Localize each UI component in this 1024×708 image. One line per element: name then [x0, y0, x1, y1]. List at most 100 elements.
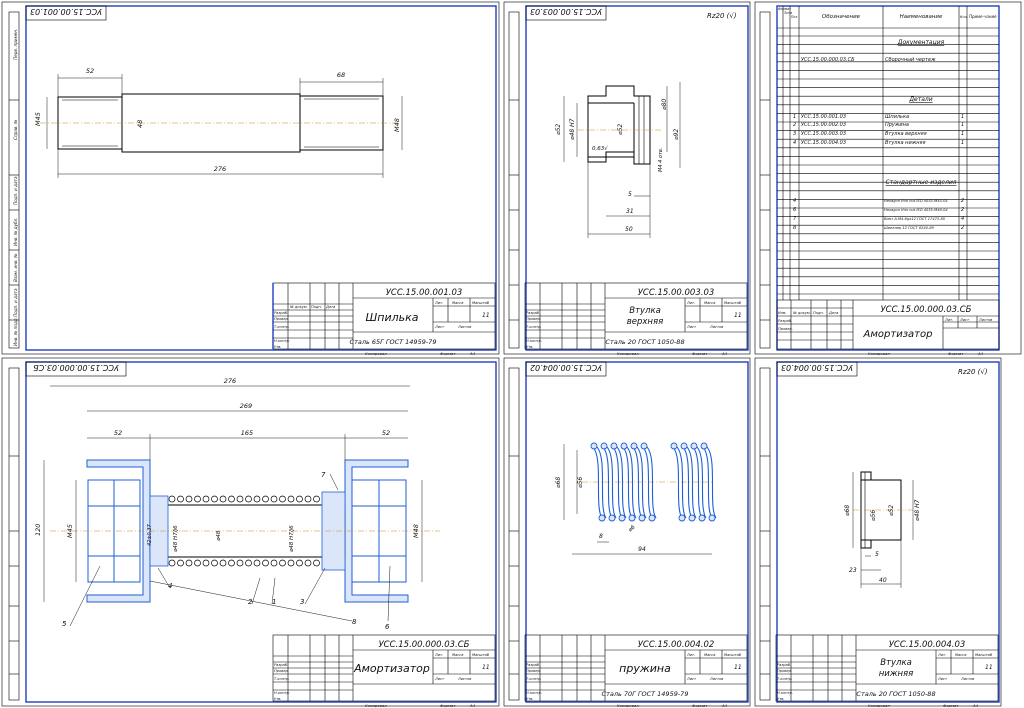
- svg-text:⌀68: ⌀68: [555, 477, 562, 488]
- spring-wire-section: [698, 514, 706, 522]
- strip-label: Подп. и дата: [13, 288, 18, 317]
- spring-wire-section: [270, 559, 278, 567]
- svg-text:Провер.: Провер.: [777, 669, 792, 673]
- lower-bush-name-2: нижняя: [879, 669, 914, 679]
- svg-text:Масштаб: Масштаб: [975, 653, 993, 657]
- svg-text:Масса: Масса: [704, 653, 715, 657]
- spring-wire-section: [590, 442, 598, 450]
- svg-text:⌀80: ⌀80: [661, 99, 668, 110]
- svg-text:Шпилька: Шпилька: [885, 114, 909, 120]
- svg-text:Лист: Лист: [959, 318, 970, 322]
- spec-table: Формат Зона Поз. Обозначение Наименовани…: [777, 6, 999, 300]
- upper-bush-name-2: верхняя: [627, 317, 663, 327]
- stud-name: Шпилька: [365, 311, 418, 324]
- svg-text:2: 2: [961, 225, 964, 231]
- roughness-mark: Rz20 (√): [707, 12, 737, 20]
- spring-wire-section: [194, 495, 201, 503]
- spring-wire-section: [630, 442, 638, 450]
- spec-code: УСС.15.00.000.03.СБ: [881, 305, 972, 315]
- svg-text:М45: М45: [66, 524, 74, 538]
- svg-text:Разраб.: Разраб.: [274, 663, 288, 667]
- svg-text:⌀48 H7/j6: ⌀48 H7/j6: [289, 525, 295, 552]
- svg-text:269: 269: [240, 402, 252, 410]
- svg-text:1: 1: [961, 122, 964, 128]
- svg-text:Т.контр.: Т.контр.: [526, 677, 542, 681]
- part-row: 3 УСС.15.00.003.03 Втулка верхняя 1: [793, 131, 964, 137]
- spring-material: Сталь 70Г ГОСТ 14959-79: [602, 690, 689, 698]
- svg-text:4: 4: [793, 140, 796, 146]
- svg-text:2: 2: [961, 207, 964, 213]
- svg-text:Масштаб: Масштаб: [724, 653, 742, 657]
- svg-text:Лист: Лист: [686, 677, 697, 681]
- svg-text:1: 1: [961, 131, 964, 137]
- section-parts: Детали: [908, 96, 932, 103]
- svg-text:⌀52: ⌀52: [555, 124, 562, 135]
- spring-part: [582, 442, 717, 522]
- spring-wire-section: [640, 442, 648, 450]
- svg-text:23: 23: [849, 567, 857, 574]
- svg-text:5: 5: [875, 551, 879, 558]
- spring-wire-section: [202, 495, 210, 503]
- roughness-mark: Rz20 (√): [958, 368, 988, 376]
- svg-text:Н.контр.: Н.контр.: [274, 691, 290, 695]
- stud-code-top: УСС.15.00.001.03: [30, 7, 102, 16]
- lower-bush-code: УСС.15.00.004.03: [889, 640, 966, 650]
- svg-text:42±0,37: 42±0,37: [147, 523, 153, 546]
- svg-text:6: 6: [385, 623, 390, 631]
- svg-text:Утв.: Утв.: [274, 345, 282, 349]
- assembly-parts: [50, 459, 440, 603]
- svg-text:1: 1: [272, 598, 276, 606]
- svg-text:Листов: Листов: [457, 677, 471, 681]
- spring-wire-section: [287, 495, 295, 503]
- svg-text:⌀48 H7: ⌀48 H7: [569, 118, 576, 140]
- spring-wire-section: [236, 495, 244, 503]
- svg-text:4: 4: [961, 216, 964, 222]
- svg-text:Лит.: Лит.: [686, 653, 695, 657]
- svg-text:Лист: Лист: [434, 677, 445, 681]
- spring-wire-section: [253, 559, 261, 567]
- svg-text:Провер.: Провер.: [526, 669, 541, 673]
- svg-text:11: 11: [734, 312, 742, 319]
- svg-text:Разраб.: Разраб.: [778, 319, 792, 323]
- svg-text:Провер.: Провер.: [778, 327, 793, 331]
- svg-text:Обозначение: Обозначение: [822, 14, 861, 20]
- spring-wire-section: [313, 495, 320, 503]
- svg-text:Винт А.М4-6gх12 ГОСТ 17473-80: Винт А.М4-6gх12 ГОСТ 17473-80: [884, 217, 946, 221]
- svg-text:1: 1: [793, 114, 796, 120]
- svg-text:М48: М48: [412, 524, 420, 538]
- dim-right-len: 68: [337, 71, 345, 79]
- svg-text:Провер.: Провер.: [526, 317, 541, 321]
- spring-drawing: УСС.15.00.004.02 ⌀68 ⌀56 8 ⌀6 94 Разраб.…: [503, 357, 751, 708]
- svg-text:52: 52: [382, 429, 390, 437]
- svg-text:94: 94: [638, 546, 646, 553]
- svg-text:⌀52: ⌀52: [617, 124, 624, 135]
- assembly-drawing: УСС.15.00.000.03.СБ 276 269 52 165 52 12…: [1, 357, 500, 708]
- spring-code: УСС.15.00.004.02: [638, 640, 715, 650]
- svg-text:7: 7: [321, 471, 326, 479]
- svg-text:2: 2: [961, 198, 964, 204]
- svg-text:Втулка нижняя: Втулка нижняя: [885, 140, 925, 146]
- dim-d-left: М45: [34, 112, 42, 126]
- stud-part: [40, 93, 400, 153]
- spring-code-top: УСС.15.00.004.02: [530, 363, 602, 372]
- svg-text:⌀48: ⌀48: [216, 530, 222, 541]
- svg-text:Подп.: Подп.: [311, 305, 322, 309]
- svg-text:165: 165: [241, 429, 253, 437]
- svg-text:Листов: Листов: [457, 325, 471, 329]
- spring-wire-section: [168, 559, 176, 567]
- strip-label: Перв. примен.: [13, 29, 18, 60]
- sheet-spring: УСС.15.00.004.02 ⌀68 ⌀56 8 ⌀6 94 Разраб.…: [502, 356, 752, 708]
- svg-text:Пружина: Пружина: [885, 122, 909, 128]
- svg-text:⌀68: ⌀68: [844, 505, 851, 516]
- svg-text:Масштаб: Масштаб: [472, 653, 490, 657]
- svg-text:Лист: Лист: [686, 325, 697, 329]
- svg-text:⌀48 H7: ⌀48 H7: [914, 499, 921, 521]
- svg-text:Н.контр.: Н.контр.: [526, 691, 542, 695]
- sheet-lower-bush: УСС.15.00.004.03 Rz20 (√) ⌀68 ⌀56 ⌀52 ⌀4…: [753, 356, 1003, 708]
- svg-text:УСС.15.00.003.03: УСС.15.00.003.03: [801, 131, 846, 137]
- spring-wire-section: [211, 559, 218, 567]
- svg-text:Масса: Масса: [452, 653, 463, 657]
- spring-wire-section: [236, 559, 244, 567]
- title-block: Разраб. Провер. Т.контр. Н.контр. Утв. Л…: [524, 282, 748, 356]
- spring-wire-section: [690, 442, 698, 450]
